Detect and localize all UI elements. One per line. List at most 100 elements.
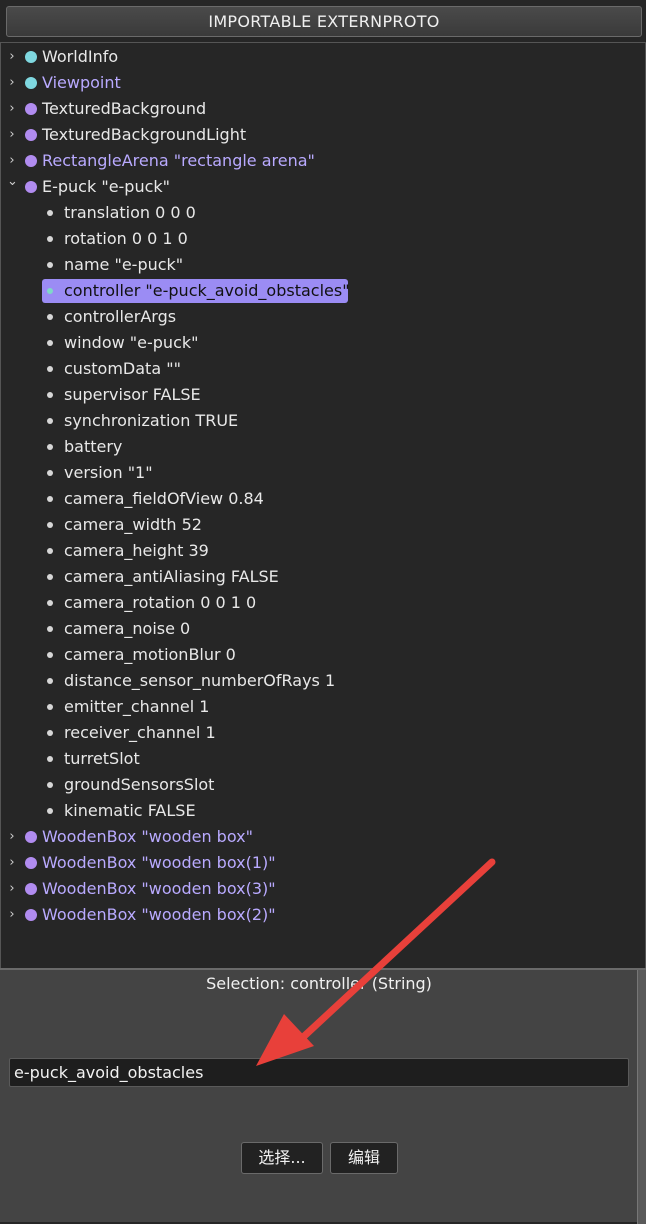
tree-field[interactable]: turretSlot (1, 746, 641, 772)
tree-field-label: version "1" (64, 463, 153, 482)
expand-arrow-icon[interactable]: › (7, 876, 17, 902)
tree-field-label: receiver_channel 1 (64, 723, 216, 742)
node-bullet-icon (25, 77, 37, 89)
tree-field-label: window "e-puck" (64, 333, 199, 352)
tree-field[interactable]: emitter_channel 1 (1, 694, 641, 720)
field-bullet-icon (47, 496, 53, 502)
expand-arrow-icon[interactable]: › (7, 850, 17, 876)
tree-node[interactable]: › WoodenBox "wooden box(1)" (1, 850, 641, 876)
tree-field-label: controller "e-puck_avoid_obstacles" (64, 281, 350, 300)
tree-field[interactable]: customData "" (1, 356, 641, 382)
field-bullet-icon (47, 652, 53, 658)
tree-field-label: emitter_channel 1 (64, 697, 210, 716)
tree-node-label: TexturedBackgroundLight (42, 125, 247, 144)
field-bullet-icon (47, 392, 53, 398)
panel-scrollbar[interactable] (637, 970, 646, 1224)
field-bullet-icon (47, 262, 53, 268)
expand-arrow-icon[interactable]: › (7, 96, 17, 122)
tree-field[interactable]: name "e-puck" (1, 252, 641, 278)
node-bullet-icon (25, 909, 37, 921)
tree-node[interactable]: › TexturedBackground (1, 96, 641, 122)
tree-node[interactable]: › Viewpoint (1, 70, 641, 96)
tree-node-label: Viewpoint (42, 73, 121, 92)
expand-arrow-icon[interactable]: › (7, 44, 17, 70)
tree-field[interactable]: distance_sensor_numberOfRays 1 (1, 668, 641, 694)
collapse-arrow-icon[interactable]: ⌄ (7, 169, 18, 195)
tree-field-label: turretSlot (64, 749, 140, 768)
edit-button[interactable]: 编辑 (330, 1142, 398, 1174)
tree-field[interactable]: kinematic FALSE (1, 798, 641, 824)
expand-arrow-icon[interactable]: › (7, 902, 17, 928)
tree-field-label: name "e-puck" (64, 255, 184, 274)
tree-field[interactable]: groundSensorsSlot (1, 772, 641, 798)
tree-field-label: camera_antiAliasing FALSE (64, 567, 279, 586)
field-bullet-icon (47, 314, 53, 320)
tree-field[interactable]: version "1" (1, 460, 641, 486)
expand-arrow-icon[interactable]: › (7, 122, 17, 148)
select-button[interactable]: 选择... (241, 1142, 323, 1174)
field-editor-panel: Selection: controller (String) 选择... 编辑 (0, 968, 646, 1224)
tree-field[interactable]: camera_height 39 (1, 538, 641, 564)
node-bullet-icon (25, 103, 37, 115)
tree-field-label: battery (64, 437, 123, 456)
controller-value-input[interactable] (9, 1058, 629, 1087)
tree-field-label: camera_motionBlur 0 (64, 645, 236, 664)
tree-field[interactable]: camera_noise 0 (1, 616, 641, 642)
field-bullet-icon (47, 600, 53, 606)
tree-node[interactable]: › WoodenBox "wooden box(3)" (1, 876, 641, 902)
tree-field-label: rotation 0 0 1 0 (64, 229, 188, 248)
tree-node[interactable]: › RectangleArena "rectangle arena" (1, 148, 641, 174)
tree-node[interactable]: › WorldInfo (1, 44, 641, 70)
importable-externproto-button[interactable]: IMPORTABLE EXTERNPROTO (6, 6, 642, 37)
tree-field[interactable]: battery (1, 434, 641, 460)
node-bullet-icon (25, 181, 37, 193)
tree-node[interactable]: ⌄ E-puck "e-puck" (1, 174, 641, 200)
tree-field[interactable]: window "e-puck" (1, 330, 641, 356)
field-bullet-icon (47, 236, 53, 242)
field-bullet-icon (47, 756, 53, 762)
field-bullet-icon (47, 288, 53, 294)
node-bullet-icon (25, 129, 37, 141)
tree-field-label: kinematic FALSE (64, 801, 196, 820)
tree-field-label: camera_fieldOfView 0.84 (64, 489, 264, 508)
node-bullet-icon (25, 857, 37, 869)
field-bullet-icon (47, 782, 53, 788)
tree-field-label: camera_noise 0 (64, 619, 191, 638)
tree-field[interactable]: translation 0 0 0 (1, 200, 641, 226)
tree-field[interactable]: camera_motionBlur 0 (1, 642, 641, 668)
tree-field[interactable]: supervisor FALSE (1, 382, 641, 408)
tree-node[interactable]: › TexturedBackgroundLight (1, 122, 641, 148)
expand-arrow-icon[interactable]: › (7, 70, 17, 96)
tree-field[interactable]: synchronization TRUE (1, 408, 641, 434)
tree-node-label: E-puck "e-puck" (42, 177, 171, 196)
node-bullet-icon (25, 155, 37, 167)
scene-tree[interactable]: › WorldInfo › Viewpoint › TexturedBackground ›… (0, 42, 646, 968)
field-bullet-icon (47, 340, 53, 346)
node-bullet-icon (25, 51, 37, 63)
tree-field[interactable]: controllerArgs (1, 304, 641, 330)
tree-field-label: controllerArgs (64, 307, 177, 326)
field-bullet-icon (47, 678, 53, 684)
tree-field[interactable]: camera_antiAliasing FALSE (1, 564, 641, 590)
tree-field[interactable]: rotation 0 0 1 0 (1, 226, 641, 252)
tree-node[interactable]: › WoodenBox "wooden box(2)" (1, 902, 641, 928)
tree-field[interactable]: controller "e-puck_avoid_obstacles" (1, 278, 641, 304)
tree-field-label: groundSensorsSlot (64, 775, 215, 794)
tree-node-label: WoodenBox "wooden box" (42, 827, 253, 846)
tree-field[interactable]: camera_fieldOfView 0.84 (1, 486, 641, 512)
tree-field[interactable]: camera_width 52 (1, 512, 641, 538)
field-bullet-icon (47, 444, 53, 450)
selection-label: Selection: controller (String) (206, 974, 432, 993)
tree-field[interactable]: camera_rotation 0 0 1 0 (1, 590, 641, 616)
tree-field-label: synchronization TRUE (64, 411, 239, 430)
tree-node[interactable]: › WoodenBox "wooden box" (1, 824, 641, 850)
field-bullet-icon (47, 704, 53, 710)
field-bullet-icon (47, 418, 53, 424)
expand-arrow-icon[interactable]: › (7, 824, 17, 850)
field-bullet-icon (47, 548, 53, 554)
tree-node-label: WoodenBox "wooden box(3)" (42, 879, 276, 898)
tree-field-label: translation 0 0 0 (64, 203, 196, 222)
field-bullet-icon (47, 574, 53, 580)
tree-node-label: TexturedBackground (42, 99, 207, 118)
tree-field[interactable]: receiver_channel 1 (1, 720, 641, 746)
